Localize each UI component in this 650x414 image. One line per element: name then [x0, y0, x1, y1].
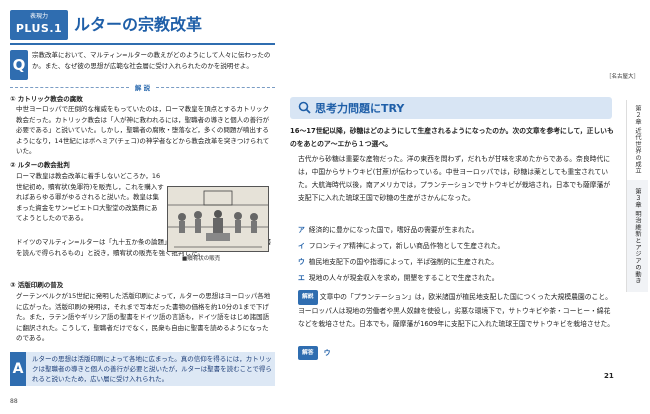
try-question: 16〜17世紀以降，砂糖はどのようにして生産されるようになったのか。次の文章を参…	[290, 127, 614, 148]
header-tag-big: PLUS.1	[15, 22, 63, 35]
kaisetsu-section: 解説 文章中の「プランテーション」は，欧米諸国が植民地支配した国につくった大規模…	[298, 290, 616, 331]
page-number-right: 21	[604, 372, 614, 380]
woodcut-caption: ■贖宥状の販売	[182, 256, 221, 262]
try-body: 古代から砂糖は重要な産物だった。洋の東西を問わず，だれもが甘味を求めたからである…	[298, 155, 611, 202]
header-tag: 表現力 PLUS.1	[10, 10, 68, 40]
chapter-tab-active[interactable]: 第３章 明治維新とアジアの動き	[626, 180, 648, 292]
choice-letter: イ	[298, 242, 305, 250]
answer-letter: ウ	[323, 349, 331, 357]
header-tag-small: 表現力	[29, 13, 48, 20]
divider-line	[156, 86, 276, 88]
kaisetsu-text: 文章中の「プランテーション」は，欧米諸国が植民地支配した国につくった大規模農園の…	[298, 293, 615, 328]
kaisetsu-label: 解 説	[134, 84, 151, 92]
answer-tag: 解答	[298, 346, 318, 360]
chapter-tab[interactable]: 第２章 近代世界の成立	[626, 100, 648, 180]
section-heading: ① カトリック教会の腐敗	[10, 95, 83, 103]
answer-text: ルターの思想は活版印刷によって各地に広まった。真の信仰を得るには，カトリックは聖…	[32, 355, 272, 383]
choice-item: イフロンティア精神によって，新しい商品作物として生産された。	[298, 240, 616, 252]
choice-text: 植民地支配下の国や指導によって，半ば強制的に生産された。	[308, 258, 499, 266]
header-divider	[10, 43, 275, 45]
section-body: 中世ヨーロッパで圧倒的な権威をもっていたのは，ローマ教皇を頂点とするカトリック教…	[16, 105, 270, 155]
choice-text: 現地の人々が現金収入を求め，開墾をすることで生産された。	[308, 274, 499, 282]
woodcut-illustration	[167, 186, 269, 252]
kaisetsu-tag: 解説	[298, 290, 318, 305]
section-heading: ③ 活版印刷の普及	[10, 281, 64, 289]
section-heading: ② ルターの教会批判	[10, 161, 70, 169]
choice-item: ア経済的に豊かになった国で，嗜好品の需要が生まれた。	[298, 224, 616, 236]
choice-item: ウ植民地支配下の国や指導によって，半ば強制的に生産された。	[298, 256, 616, 268]
section-body: グーテンベルクが15世紀に発明した活版印刷によって，ルターの思想はヨーロッパ各地…	[16, 292, 271, 342]
question-text: 宗教改革において、マルティン=ルターの教えがどのようにして人々に伝わったのか。ま…	[32, 51, 271, 70]
kaisetsu-divider: 解 説	[10, 83, 276, 92]
answer-mark: A	[10, 352, 26, 386]
section-body: ローマ教皇は教会改革に着手しないどころか，16世紀初め，贖宥状(免罪符)を販売し…	[16, 172, 164, 222]
choice-letter: ア	[298, 226, 305, 234]
choice-item: エ現地の人々が現金収入を求め，開墾をすることで生産された。	[298, 272, 616, 284]
page-title: ルターの宗教改革	[74, 15, 203, 34]
divider-line	[10, 86, 129, 88]
choice-text: フロンティア精神によって，新しい商品作物として生産された。	[308, 242, 505, 250]
magnifier-icon	[298, 101, 311, 114]
choice-text: 経済的に豊かになった国で，嗜好品の需要が生まれた。	[308, 226, 479, 234]
right-page	[283, 0, 650, 414]
page-number-left: 88	[10, 398, 18, 405]
choice-letter: ウ	[298, 258, 305, 266]
try-title: 思考力問題にTRY	[315, 102, 405, 115]
woodcut-image	[168, 187, 268, 251]
choice-letter: エ	[298, 274, 305, 282]
question-source: ［名古屋大］	[605, 74, 639, 80]
question-mark: Q	[10, 50, 28, 80]
answer-section: 解答 ウ	[298, 346, 331, 360]
